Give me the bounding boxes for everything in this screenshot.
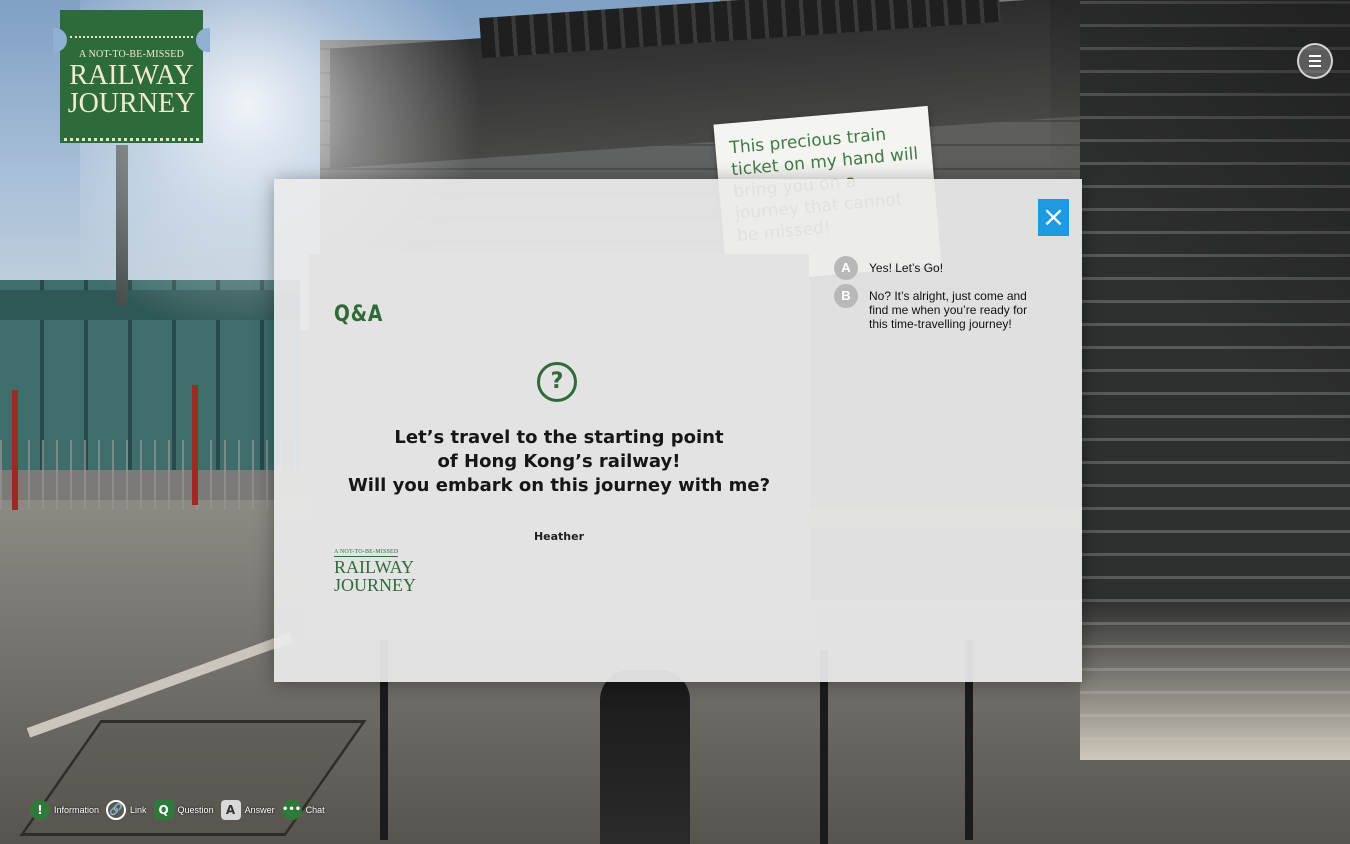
character-figure: [600, 670, 690, 844]
question-line: Let’s travel to the starting point: [394, 427, 724, 448]
card-logo-line2: JOURNEY: [334, 575, 417, 595]
card-logo: A NOT-TO-BE-MISSED RAILWAY JOURNEY: [334, 540, 424, 594]
answer-option-a[interactable]: A Yes! Let’s Go!: [834, 256, 1044, 280]
answer-option-b[interactable]: B No? It’s alright, just come and find m…: [834, 284, 1044, 331]
fence: [0, 440, 320, 510]
answer-b-text: No? It’s alright, just come and find me …: [869, 289, 1028, 331]
logo-title-line2: JOURNEY: [67, 88, 196, 119]
logo-dotted-line: [70, 36, 193, 38]
answer-icon: A: [220, 800, 241, 820]
question-card: Q&A ? Let’s travel to the starting point…: [309, 254, 809, 634]
legend-question[interactable]: Q Question: [153, 800, 214, 820]
answer-b-badge: B: [834, 284, 858, 308]
fence-post: [192, 385, 198, 505]
chat-icon: •••: [281, 800, 302, 820]
hamburger-menu-icon: [1309, 55, 1321, 67]
legend-label: Chat: [305, 805, 325, 815]
card-logo-line1: RAILWAY: [334, 557, 414, 577]
qa-title: Q&A: [334, 302, 384, 327]
question-mark-icon: ?: [537, 362, 577, 402]
answer-a-badge: A: [834, 256, 858, 280]
logo-title: RAILWAY JOURNEY: [60, 62, 203, 118]
question-line: Will you embark on this journey with me?: [347, 475, 771, 496]
card-logo-subtitle: A NOT-TO-BE-MISSED: [334, 549, 399, 557]
legend-answer[interactable]: A Answer: [220, 800, 275, 820]
legend-link[interactable]: 🔗 Link: [106, 800, 147, 820]
question-icon: Q: [153, 800, 174, 820]
legend-label: Answer: [244, 805, 275, 815]
hotspot-legend: ! Information 🔗 Link Q Question A Answer…: [30, 798, 332, 822]
legend-label: Link: [130, 805, 147, 815]
legend-label: Question: [177, 805, 214, 815]
logo-subtitle: A NOT-TO-BE-MISSED: [79, 49, 184, 60]
legend-chat[interactable]: ••• Chat: [281, 800, 325, 820]
answer-a-text: Yes! Let’s Go!: [869, 261, 944, 275]
menu-button[interactable]: [1297, 43, 1333, 79]
fence-post: [12, 390, 18, 510]
qa-dialog: × Q&A ? Let’s travel to the starting poi…: [274, 179, 1082, 682]
link-icon: 🔗: [106, 800, 127, 820]
railway-journey-logo[interactable]: A NOT-TO-BE-MISSED RAILWAY JOURNEY: [53, 10, 210, 143]
logo-dotted-line: [64, 138, 199, 141]
legend-label: Information: [54, 805, 100, 815]
legend-information[interactable]: ! Information: [30, 800, 99, 820]
logo-title-line1: RAILWAY: [69, 60, 194, 91]
close-button[interactable]: ×: [1038, 199, 1069, 236]
information-icon: !: [30, 800, 50, 820]
question-line: of Hong Kong’s railway!: [437, 451, 681, 472]
answer-list: A Yes! Let’s Go! B No? It’s alright, jus…: [834, 256, 1044, 343]
question-text: Let’s travel to the starting point of Ho…: [309, 426, 809, 498]
